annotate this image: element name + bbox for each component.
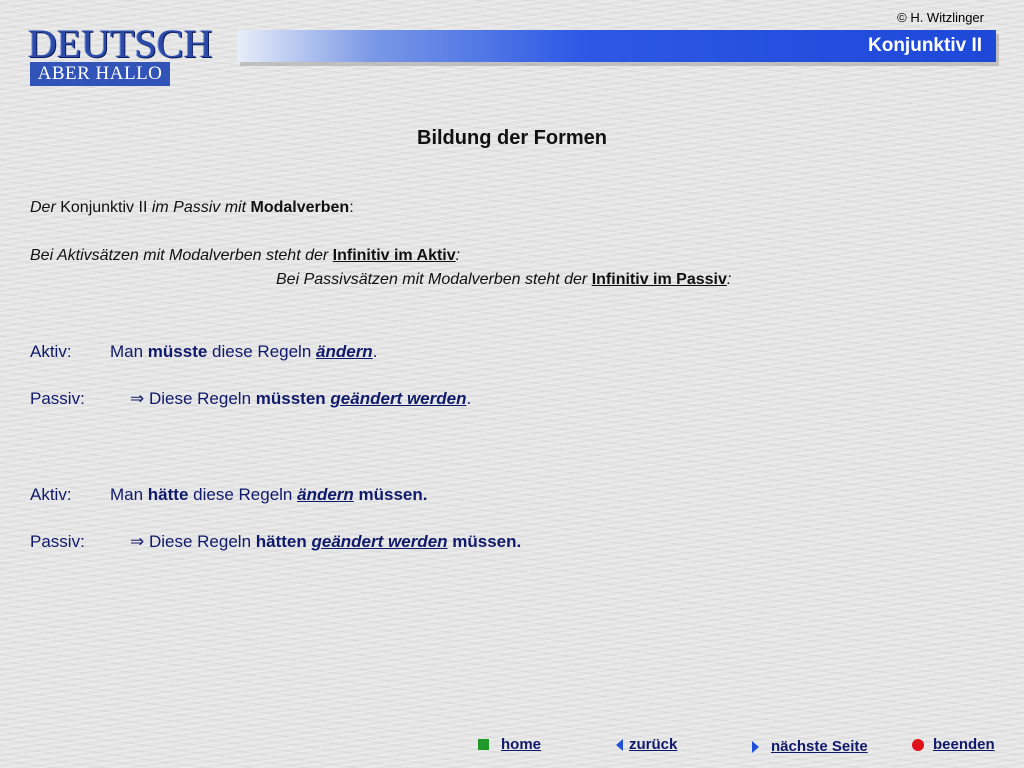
rule-text: Bei Aktivsätzen mit Modalverben steht de…: [30, 247, 333, 264]
aktiv-sentence: Man müsste diese Regeln ändern.: [110, 341, 377, 363]
back-button[interactable]: zurück: [616, 736, 677, 753]
page-title: Konjunktiv II: [868, 35, 982, 56]
section-heading: Bildung der Formen: [417, 127, 607, 149]
sentence-part: Diese Regeln: [144, 389, 256, 408]
home-label[interactable]: home: [501, 736, 541, 753]
passiv-sentence: ⇒ Diese Regeln müssten geändert werden.: [130, 388, 471, 410]
sentence-part: Man: [110, 342, 148, 361]
quit-button[interactable]: beenden: [912, 736, 995, 753]
green-square-icon: [478, 739, 489, 750]
sentence-verb: hätte: [147, 485, 189, 504]
sentence-part: Man: [110, 485, 148, 504]
back-label[interactable]: zurück: [629, 736, 677, 753]
passiv-sentence: ⇒ Diese Regeln hätten geändert werden mü…: [130, 531, 521, 553]
rule-text: Bei Passivsätzen mit Modalverben steht d…: [276, 271, 592, 288]
rule-keyword: Infinitiv im Aktiv: [332, 247, 456, 264]
sentence-part: diese Regeln: [188, 485, 298, 504]
sentence-modal: müssen.: [353, 485, 428, 504]
red-dot-icon: [912, 738, 924, 751]
sentence-part: .: [466, 389, 472, 408]
sentence-part: Diese Regeln: [144, 532, 256, 551]
rule-text: :: [455, 247, 461, 264]
intro-keyword: Modalverben: [250, 199, 350, 216]
passiv-label: Passiv:: [30, 532, 85, 551]
left-triangle-icon: [616, 738, 623, 751]
rule-text: :: [726, 271, 732, 288]
sentence-verb: müssten: [255, 389, 326, 408]
sentence-verb: müsste: [147, 342, 208, 361]
aktiv-rule: Bei Aktivsätzen mit Modalverben steht de…: [30, 246, 460, 266]
next-label[interactable]: nächste Seite: [771, 738, 868, 755]
intro-part: Konjunktiv II: [55, 199, 152, 216]
copyright-text: © H. Witzlinger: [897, 10, 984, 25]
sentence-part: diese Regeln: [207, 342, 317, 361]
passiv-label: Passiv:: [30, 389, 85, 408]
sentence-verb: hätten: [255, 532, 307, 551]
sentence-infinitive: ändern: [316, 342, 373, 361]
aktiv-sentence: Man hätte diese Regeln ändern müssen.: [110, 484, 428, 506]
quit-label[interactable]: beenden: [933, 736, 995, 753]
intro-line: Der Konjunktiv II im Passiv mit Modalver…: [30, 198, 354, 218]
logo-deutsch: DEUTSCH: [28, 21, 213, 66]
logo-aber-hallo: ABER HALLO: [30, 62, 170, 86]
passiv-rule: Bei Passivsätzen mit Modalverben steht d…: [276, 270, 731, 290]
right-triangle-icon: [752, 740, 759, 753]
intro-part: :: [349, 199, 354, 216]
implies-arrow-icon: ⇒: [130, 389, 145, 408]
home-button[interactable]: home: [478, 736, 541, 753]
sentence-infinitive: geändert werden: [330, 389, 467, 408]
rule-keyword: Infinitiv im Passiv: [591, 271, 727, 288]
sentence-part: .: [372, 342, 378, 361]
intro-part: im Passiv mit: [151, 199, 247, 216]
next-button[interactable]: nächste Seite: [752, 738, 868, 755]
implies-arrow-icon: ⇒: [130, 532, 145, 551]
sentence-infinitive: ändern: [297, 485, 354, 504]
aktiv-label: Aktiv:: [30, 485, 72, 504]
aktiv-label: Aktiv:: [30, 342, 72, 361]
intro-part: Der: [30, 199, 56, 216]
sentence-modal: müssen.: [447, 532, 522, 551]
sentence-infinitive: geändert werden: [311, 532, 448, 551]
title-bar: Konjunktiv II: [237, 30, 996, 62]
